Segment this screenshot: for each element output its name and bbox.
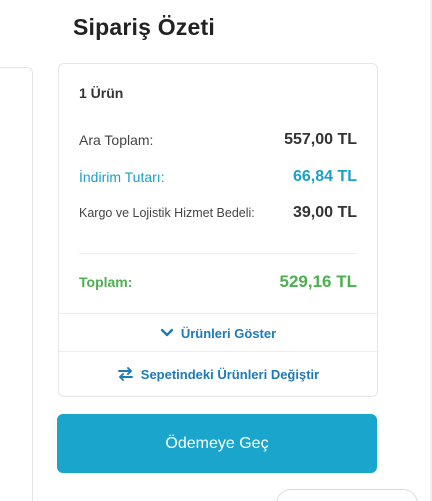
total-row: Toplam: 529,16 TL [79,272,357,292]
subtotal-row: Ara Toplam: 557,00 TL [79,131,357,149]
cart-panel-edge [0,67,33,501]
checkout-page: Sipariş Özeti 1 Ürün Ara Toplam: 557,00 … [0,0,432,501]
floating-pill[interactable] [276,489,418,501]
discount-label: İndirim Tutarı: [79,169,165,185]
summary-divider [79,253,357,254]
show-products-link[interactable]: Ürünleri Göster [59,323,377,343]
item-count: 1 Ürün [79,85,124,101]
proceed-to-payment-button[interactable]: Ödemeye Geç [57,414,377,473]
shipping-row: Kargo ve Lojistik Hizmet Bedeli: 39,00 T… [79,204,357,222]
shipping-value: 39,00 TL [292,204,357,221]
show-products-label: Ürünleri Göster [180,325,277,341]
links-divider-top [59,313,377,314]
links-divider-mid [59,351,377,352]
change-products-label: Sepetindeki Ürünleri Değiştir [140,366,320,382]
swap-arrows-icon [117,367,133,381]
total-value: 529,16 TL [279,272,358,291]
discount-value: 66,84 TL [292,168,357,185]
chevron-down-icon [160,328,174,337]
discount-row: İndirim Tutarı: 66,84 TL [79,168,357,186]
subtotal-label: Ara Toplam: [79,132,154,148]
order-summary-card: 1 Ürün Ara Toplam: 557,00 TL İndirim Tut… [58,63,378,397]
subtotal-value: 557,00 TL [284,131,357,148]
page-title: Sipariş Özeti [73,14,215,40]
shipping-label: Kargo ve Lojistik Hizmet Bedeli: [79,206,255,220]
total-label: Toplam: [79,274,133,290]
change-products-link[interactable]: Sepetindeki Ürünleri Değiştir [59,364,377,384]
